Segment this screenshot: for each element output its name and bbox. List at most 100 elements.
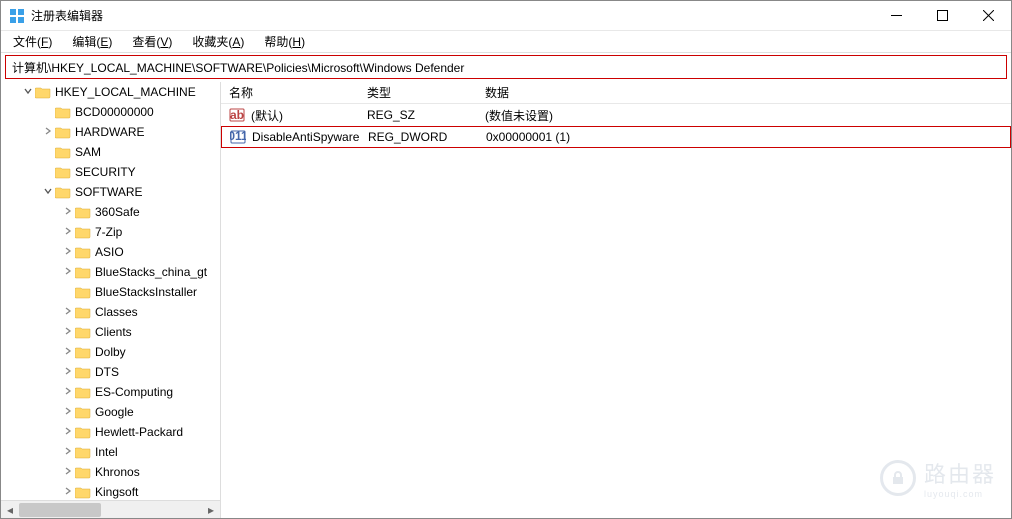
expand-icon[interactable]	[21, 86, 35, 99]
expand-icon[interactable]	[61, 326, 75, 339]
tree-item-label: Hewlett-Packard	[95, 425, 183, 439]
tree-item[interactable]: Hewlett-Packard	[1, 422, 220, 442]
column-data[interactable]: 数据	[477, 84, 1011, 101]
folder-icon	[75, 485, 91, 499]
value-name: DisableAntiSpyware	[252, 130, 359, 144]
tree-item[interactable]: BlueStacksInstaller	[1, 282, 220, 302]
tree-hscrollbar[interactable]: ◂ ▸	[1, 500, 220, 518]
list-row[interactable]: 011DisableAntiSpywareREG_DWORD0x00000001…	[221, 126, 1011, 148]
tree-item[interactable]: ASIO	[1, 242, 220, 262]
tree-item[interactable]: Classes	[1, 302, 220, 322]
tree-item[interactable]: 360Safe	[1, 202, 220, 222]
svg-text:ab: ab	[230, 108, 244, 122]
tree-item-label: DTS	[95, 365, 119, 379]
expand-icon[interactable]	[61, 306, 75, 319]
expand-icon[interactable]	[61, 266, 75, 279]
cell-data: 0x00000001 (1)	[478, 130, 1010, 144]
folder-icon	[55, 185, 71, 199]
expand-icon[interactable]	[61, 446, 75, 459]
value-name: (默认)	[251, 107, 283, 124]
expand-icon[interactable]	[61, 486, 75, 499]
tree-item[interactable]: Kingsoft	[1, 482, 220, 500]
tree-item[interactable]: SAM	[1, 142, 220, 162]
titlebar: 注册表编辑器	[1, 1, 1011, 31]
tree-item[interactable]: Khronos	[1, 462, 220, 482]
menu-edit[interactable]: 编辑(E)	[64, 31, 120, 52]
watermark-sub: luyouqi.com	[924, 489, 996, 499]
expand-icon[interactable]	[61, 226, 75, 239]
expand-icon[interactable]	[41, 186, 55, 199]
folder-icon	[75, 365, 91, 379]
maximize-button[interactable]	[919, 1, 965, 31]
folder-icon	[35, 85, 51, 99]
folder-icon	[75, 405, 91, 419]
folder-icon	[75, 265, 91, 279]
expand-icon[interactable]	[61, 386, 75, 399]
tree-view[interactable]: HKEY_LOCAL_MACHINE BCD00000000 HARDWARESAM…	[1, 82, 220, 500]
svg-text:011: 011	[230, 129, 246, 143]
menu-favorites[interactable]: 收藏夹(A)	[184, 31, 252, 52]
value-icon: 011	[230, 129, 246, 145]
tree-pane: HKEY_LOCAL_MACHINE BCD00000000 HARDWARESAM…	[1, 82, 221, 518]
tree-item[interactable]: DTS	[1, 362, 220, 382]
tree-item-label: Kingsoft	[95, 485, 138, 499]
expand-icon[interactable]	[41, 126, 55, 139]
window: 注册表编辑器 文件(F) 编辑(E) 查看(V) 收藏夹(A) 帮助(H) 计算…	[0, 0, 1012, 519]
scroll-right-icon[interactable]: ▸	[202, 502, 220, 518]
list-body[interactable]: ab(默认)REG_SZ(数值未设置)011DisableAntiSpyware…	[221, 104, 1011, 518]
tree-item-label: BCD00000000	[75, 105, 154, 119]
menubar: 文件(F) 编辑(E) 查看(V) 收藏夹(A) 帮助(H)	[1, 31, 1011, 53]
tree-item[interactable]: Intel	[1, 442, 220, 462]
tree-item-label: Khronos	[95, 465, 140, 479]
tree-item-label: Classes	[95, 305, 138, 319]
list-row[interactable]: ab(默认)REG_SZ(数值未设置)	[221, 104, 1011, 126]
tree-item[interactable]: BCD00000000	[1, 102, 220, 122]
expand-icon[interactable]	[61, 246, 75, 259]
close-button[interactable]	[965, 1, 1011, 31]
tree-item[interactable]: HKEY_LOCAL_MACHINE	[1, 82, 220, 102]
tree-item-label: BlueStacks_china_gt	[95, 265, 207, 279]
scroll-track[interactable]	[19, 502, 202, 518]
folder-icon	[75, 245, 91, 259]
menu-help[interactable]: 帮助(H)	[256, 31, 313, 52]
expand-icon[interactable]	[61, 206, 75, 219]
folder-icon	[55, 125, 71, 139]
expand-icon[interactable]	[61, 366, 75, 379]
expand-icon[interactable]	[61, 406, 75, 419]
tree-item[interactable]: Dolby	[1, 342, 220, 362]
tree-item-label: ES-Computing	[95, 385, 173, 399]
tree-item[interactable]: BlueStacks_china_gt	[1, 262, 220, 282]
lock-icon	[880, 460, 916, 496]
tree-item-label: Intel	[95, 445, 118, 459]
tree-item[interactable]: SOFTWARE	[1, 182, 220, 202]
main-area: HKEY_LOCAL_MACHINE BCD00000000 HARDWARESAM…	[1, 82, 1011, 518]
menu-view[interactable]: 查看(V)	[124, 31, 180, 52]
folder-icon	[55, 145, 71, 159]
column-name[interactable]: 名称	[221, 84, 359, 101]
watermark: 路由器 luyouqi.com	[880, 457, 996, 499]
column-type[interactable]: 类型	[359, 84, 477, 101]
tree-item[interactable]: HARDWARE	[1, 122, 220, 142]
tree-item[interactable]: ES-Computing	[1, 382, 220, 402]
expand-icon[interactable]	[61, 346, 75, 359]
folder-icon	[75, 285, 91, 299]
window-title: 注册表编辑器	[31, 7, 103, 24]
tree-item[interactable]: 7-Zip	[1, 222, 220, 242]
tree-item[interactable]: Google	[1, 402, 220, 422]
tree-item-label: Google	[95, 405, 134, 419]
folder-icon	[75, 345, 91, 359]
scroll-left-icon[interactable]: ◂	[1, 502, 19, 518]
tree-item[interactable]: SECURITY	[1, 162, 220, 182]
expand-icon[interactable]	[61, 466, 75, 479]
folder-icon	[75, 385, 91, 399]
scroll-thumb[interactable]	[19, 503, 101, 517]
tree-item-label: BlueStacksInstaller	[95, 285, 197, 299]
tree-item[interactable]: Clients	[1, 322, 220, 342]
tree-item-label: Clients	[95, 325, 132, 339]
address-bar[interactable]: 计算机\HKEY_LOCAL_MACHINE\SOFTWARE\Policies…	[5, 55, 1007, 79]
cell-name: 011 DisableAntiSpyware	[222, 129, 360, 145]
expand-icon[interactable]	[61, 426, 75, 439]
folder-icon	[75, 425, 91, 439]
minimize-button[interactable]	[873, 1, 919, 31]
menu-file[interactable]: 文件(F)	[5, 31, 60, 52]
